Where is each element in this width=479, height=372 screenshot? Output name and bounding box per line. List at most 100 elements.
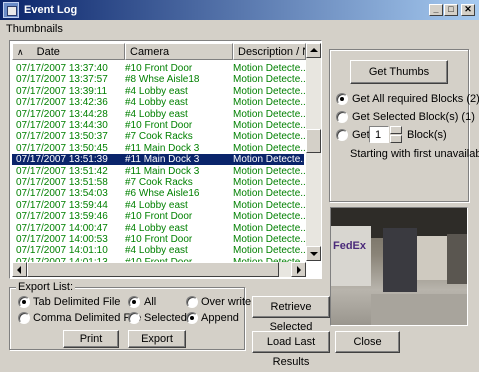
get-selected-blocks-label: Get Selected Block(s) (1): [352, 111, 475, 123]
list-item-desc: Motion Detecte...: [233, 211, 305, 223]
export-list-label: Export List:: [16, 281, 76, 293]
list-item[interactable]: 07/17/2007 13:50:37 #7 Cook Racks Motion D…: [12, 131, 305, 143]
get-n-blocks-label: Get: [352, 129, 370, 141]
list-item-desc: Motion Detecte...: [233, 222, 305, 234]
list-item-date: 07/17/2007 13:44:30: [16, 120, 108, 131]
list-item-date: 07/17/2007 13:50:37: [16, 131, 108, 143]
tab-delimited-label: Tab Delimited File: [33, 296, 121, 308]
list-item-date: 07/17/2007 14:00:47: [16, 222, 108, 234]
list-item-desc: Motion Detecte...: [233, 85, 305, 97]
list-item-desc: Motion Detecte...: [233, 97, 305, 109]
scroll-right-button[interactable]: [291, 262, 306, 277]
list-item-date: 07/17/2007 13:39:11: [16, 85, 108, 97]
list-item[interactable]: 07/17/2007 13:50:45 #11 Main Dock 3 Motion…: [12, 142, 305, 154]
list-item-camera: #6 Whse Aisle16: [125, 188, 200, 200]
list-item[interactable]: 07/17/2007 13:42:36 #4 Lobby east Motion D…: [12, 97, 305, 109]
export-button[interactable]: Export: [128, 330, 186, 348]
list-item-desc: Motion Detecte...: [233, 63, 305, 74]
list-item[interactable]: 07/17/2007 13:44:28 #4 Lobby east Motion D…: [12, 108, 305, 120]
list-item-camera: #4 Lobby east: [125, 245, 188, 257]
list-item[interactable]: 07/17/2007 14:01:10 #4 Lobby east Motion D…: [12, 245, 305, 257]
list-item-date: 07/17/2007 13:51:58: [16, 177, 108, 188]
maximize-button[interactable]: □: [444, 4, 458, 16]
close-button[interactable]: Close: [335, 331, 400, 353]
app-icon: [3, 2, 19, 18]
append-radio[interactable]: [186, 312, 198, 324]
event-list[interactable]: ∧ Date Camera Description / N... 07/17/2…: [9, 40, 322, 279]
list-item[interactable]: 07/17/2007 13:51:42 #11 Main Dock 3 Motion…: [12, 165, 305, 177]
get-all-blocks-radio[interactable]: [336, 93, 348, 105]
column-header-description[interactable]: Description / N...: [233, 43, 306, 60]
block-count-down-button[interactable]: [390, 135, 402, 143]
list-item[interactable]: 07/17/2007 13:37:57 #8 Whse Aisle18 Motion…: [12, 74, 305, 86]
list-item[interactable]: 07/17/2007 13:59:44 #4 Lobby east Motion D…: [12, 199, 305, 211]
list-horizontal-scrollbar[interactable]: [12, 262, 306, 277]
vertical-scroll-thumb[interactable]: [306, 129, 321, 153]
export-selected-radio[interactable]: [128, 312, 140, 324]
print-button[interactable]: Print: [63, 330, 119, 348]
block-count-up-button[interactable]: [390, 126, 402, 134]
list-item[interactable]: 07/17/2007 13:51:58 #7 Cook Racks Motion D…: [12, 177, 305, 188]
horizontal-scroll-thumb[interactable]: [27, 262, 279, 277]
column-header-camera[interactable]: Camera: [125, 43, 233, 60]
menu-bar: Thumbnails: [0, 20, 479, 38]
starting-hint: Starting with first unavailable: [350, 148, 479, 160]
close-window-button[interactable]: ✕: [461, 4, 475, 16]
list-item-date: 07/17/2007 14:01:10: [16, 245, 108, 257]
list-item-camera: #4 Lobby east: [125, 108, 188, 120]
sort-ascending-icon: ∧: [17, 47, 24, 57]
list-item[interactable]: 07/17/2007 14:00:53 #10 Front Door Motion …: [12, 234, 305, 245]
list-item[interactable]: 07/17/2007 13:54:03 #6 Whse Aisle16 Motion…: [12, 188, 305, 200]
list-vertical-scrollbar[interactable]: [306, 43, 321, 261]
list-item-camera: #4 Lobby east: [125, 222, 188, 234]
list-item-desc: Motion Detecte...: [233, 120, 305, 131]
list-item[interactable]: 07/17/2007 14:00:47 #4 Lobby east Motion D…: [12, 222, 305, 234]
scroll-left-button[interactable]: [12, 262, 27, 277]
get-selected-blocks-radio[interactable]: [336, 111, 348, 123]
export-list-group: Export List: Tab Delimited File Comma De…: [9, 281, 251, 350]
list-item-date: 07/17/2007 13:54:03: [16, 188, 108, 200]
menu-thumbnails[interactable]: Thumbnails: [6, 23, 63, 35]
comma-delimited-label: Comma Delimited File: [33, 312, 142, 324]
get-n-blocks-radio[interactable]: [336, 129, 348, 141]
list-item-camera: #7 Cook Racks: [125, 177, 193, 188]
list-item[interactable]: 07/17/2007 13:59:46 #10 Front Door Motion …: [12, 211, 305, 223]
list-item-date: 07/17/2007 13:44:28: [16, 108, 108, 120]
column-header-date[interactable]: ∧ Date: [12, 43, 125, 60]
list-item[interactable]: 07/17/2007 13:37:40 #10 Front Door Motion …: [12, 63, 305, 74]
list-item-desc: Motion Detecte...: [233, 165, 305, 177]
list-item-date: 07/17/2007 14:00:53: [16, 234, 108, 245]
export-all-radio[interactable]: [128, 296, 140, 308]
list-item[interactable]: 07/17/2007 13:51:39 #11 Main Dock 3 Motion…: [11, 153, 305, 167]
list-item-date: 07/17/2007 13:59:46: [16, 211, 108, 223]
list-item-camera: #8 Whse Aisle18: [125, 74, 200, 86]
arrow-down-icon: [310, 252, 318, 256]
tab-delimited-radio[interactable]: [18, 296, 30, 308]
list-item-desc: Motion Detecte...: [233, 74, 305, 86]
overwrite-radio[interactable]: [186, 296, 198, 308]
scroll-up-button[interactable]: [306, 43, 321, 58]
scroll-down-button[interactable]: [306, 246, 321, 261]
arrow-up-icon: [310, 48, 318, 52]
list-item-camera: #10 Front Door: [125, 211, 193, 223]
list-item[interactable]: 07/17/2007 13:44:30 #10 Front Door Motion …: [12, 120, 305, 131]
retrieve-selected-button[interactable]: Retrieve Selected: [252, 296, 330, 333]
window-title: Event Log: [24, 4, 78, 16]
list-item[interactable]: 07/17/2007 13:39:11 #4 Lobby east Motion D…: [12, 85, 305, 97]
list-item-desc: Motion Detecte...: [233, 142, 305, 154]
comma-delimited-radio[interactable]: [18, 312, 30, 324]
list-item-desc: Motion Detecte...: [233, 245, 305, 257]
list-item-desc: Motion Detecte...: [233, 234, 305, 245]
list-item-camera: #11 Main Dock 3: [125, 142, 200, 154]
append-label: Append: [201, 312, 239, 324]
block-count-input[interactable]: 1: [369, 126, 389, 143]
get-thumbs-button[interactable]: Get Thumbs: [350, 60, 448, 84]
list-item-camera: #4 Lobby east: [125, 199, 188, 211]
list-item-desc: Motion Detecte...: [233, 154, 305, 166]
list-item-desc: Motion Detecte...: [233, 199, 305, 211]
list-item-date: 07/17/2007 13:51:39: [16, 154, 108, 166]
list-item-date: 07/17/2007 13:37:57: [16, 74, 108, 86]
minimize-button[interactable]: _: [429, 4, 443, 16]
load-last-results-button[interactable]: Load Last Results: [252, 331, 330, 368]
thumbnail-logo: FedEx: [333, 240, 367, 252]
